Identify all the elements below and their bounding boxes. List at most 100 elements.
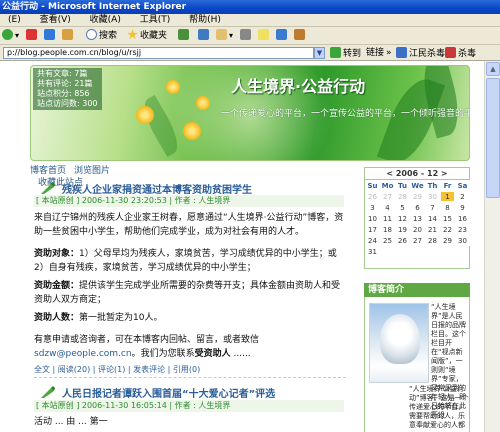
post-paragraph: 资助金额：提供该学生完成学业所需要的杂费等开支；具体金额由资助人和受资助人双方商… xyxy=(34,279,344,307)
calendar-day[interactable]: 1 xyxy=(440,191,455,202)
menu-help[interactable]: 帮助(H) xyxy=(181,14,229,27)
calendar-day-name: Su xyxy=(365,180,380,191)
home-button[interactable] xyxy=(62,29,75,43)
calendar-day[interactable]: 9 xyxy=(455,202,470,213)
antivirus-icon xyxy=(396,47,407,58)
calendar-day[interactable]: 30 xyxy=(425,191,440,202)
calendar-day[interactable]: 22 xyxy=(440,224,455,235)
calendar-day[interactable]: 5 xyxy=(395,202,410,213)
research-button[interactable] xyxy=(294,29,307,43)
scroll-thumb[interactable] xyxy=(486,78,500,198)
flower-decoration xyxy=(136,106,154,124)
search-button[interactable]: 搜索 xyxy=(86,29,117,43)
menu-tools[interactable]: 工具(T) xyxy=(132,14,179,27)
history-button[interactable] xyxy=(198,29,211,43)
calendar-day[interactable]: 28 xyxy=(425,235,440,246)
calendar-day-name: Th xyxy=(425,180,440,191)
calendar: < 2006 - 12 > Su Mo Tu We Th Fr Sa 26 27 28 29 30 1 2… xyxy=(364,167,470,269)
favorites-button[interactable]: 收藏夹 xyxy=(127,29,167,43)
vertical-scrollbar[interactable]: ▲ xyxy=(484,61,500,432)
refresh-button[interactable] xyxy=(44,29,57,43)
post-title[interactable]: 残疾人企业家捐资通过本博客资助贫困学生 xyxy=(62,181,252,196)
calendar-day[interactable]: 6 xyxy=(410,202,425,213)
calendar-day[interactable]: 10 xyxy=(365,213,380,224)
calendar-day[interactable]: 28 xyxy=(395,191,410,202)
calendar-day[interactable]: 23 xyxy=(455,224,470,235)
calendar-day[interactable]: 27 xyxy=(410,235,425,246)
snow-tree-shape xyxy=(380,314,420,364)
calendar-day[interactable]: 21 xyxy=(425,224,440,235)
post-title[interactable]: 人民日报记者谭跃入围首届“十大爱心记者”评选 xyxy=(62,385,275,400)
calendar-day[interactable]: 29 xyxy=(440,235,455,246)
refresh-icon xyxy=(44,29,55,40)
calendar-day[interactable]: 31 xyxy=(365,246,380,257)
edit-button[interactable] xyxy=(258,29,271,43)
stat-points: 站点积分: 856 xyxy=(37,89,90,98)
history-icon xyxy=(198,29,209,40)
pen-icon xyxy=(41,386,55,398)
mail-icon xyxy=(216,29,227,40)
calendar-day-name: We xyxy=(410,180,425,191)
jiangmin-button[interactable]: 江民杀毒 xyxy=(396,47,445,59)
calendar-day[interactable]: 14 xyxy=(425,213,440,224)
para-label: 资助对象： xyxy=(34,249,80,259)
calendar-day[interactable]: 13 xyxy=(410,213,425,224)
messenger-button[interactable] xyxy=(276,29,289,43)
post-paragraph: 资助对象：1）父母早均为残疾人，家境贫苦，学习成绩优异的中小学生；或2）自身有残… xyxy=(34,247,344,275)
scroll-up-button[interactable]: ▲ xyxy=(486,62,500,76)
antivirus-button[interactable]: 杀毒 xyxy=(445,47,476,59)
menu-favorites[interactable]: 收藏(A) xyxy=(82,14,129,27)
calendar-day[interactable]: 15 xyxy=(440,213,455,224)
post-actions[interactable]: 全文 | 阅读(20) | 评论(1) | 发表评论 | 引用(0) xyxy=(34,364,200,375)
post-paragraph: 有意申请或咨询者，可在本博客内回帖、留言，或者致信 sdzw@people.com… xyxy=(34,333,344,361)
para-text: 提供该学生完成学业所需要的杂费等开支；具体金额由资助人和受资助人双方商定； xyxy=(34,281,341,305)
menu-view[interactable]: 查看(V) xyxy=(32,14,79,27)
calendar-day[interactable]: 16 xyxy=(455,213,470,224)
calendar-day[interactable]: 27 xyxy=(380,191,395,202)
calendar-grid: Su Mo Tu We Th Fr Sa 26 27 28 29 30 1 2 3 4 5 6 7 8 9 10 11 12 1… xyxy=(365,180,470,257)
calendar-day[interactable]: 20 xyxy=(410,224,425,235)
media-icon xyxy=(178,29,189,40)
calendar-day-name: Fr xyxy=(440,180,455,191)
calendar-day[interactable]: 26 xyxy=(395,235,410,246)
email-link[interactable]: sdzw@people.com.cn xyxy=(34,349,132,359)
print-button[interactable] xyxy=(240,29,253,43)
address-dropdown[interactable]: ▼ xyxy=(314,47,325,59)
flower-decoration xyxy=(196,96,210,110)
calendar-day[interactable]: 25 xyxy=(380,235,395,246)
calendar-day[interactable]: 12 xyxy=(395,213,410,224)
calendar-day[interactable]: 7 xyxy=(425,202,440,213)
go-button[interactable]: 转到 xyxy=(330,47,361,59)
menu-edit[interactable]: (E) xyxy=(0,14,29,27)
links-button[interactable]: 链接 xyxy=(366,47,384,59)
media-button[interactable] xyxy=(178,29,191,43)
calendar-day[interactable]: 8 xyxy=(440,202,455,213)
address-input[interactable]: p://blog.people.com.cn/blog/u/rsjj xyxy=(3,47,314,59)
forward-button[interactable]: ▾ xyxy=(2,29,19,43)
calendar-header[interactable]: < 2006 - 12 > xyxy=(365,168,469,180)
post-meta: [ 本站原创 ] 2006-11-30 23:20:53 | 作者 : 人生境界 xyxy=(34,195,344,207)
calendar-day[interactable]: 17 xyxy=(365,224,380,235)
calendar-day[interactable]: 3 xyxy=(365,202,380,213)
intro-box: “人生境界”是人民日报的品牌栏目。这个栏目开在“视点新闻版”，一则则“境界”专家… xyxy=(364,297,470,432)
stop-icon xyxy=(26,29,37,40)
calendar-day[interactable]: 2 xyxy=(455,191,470,202)
calendar-day[interactable]: 29 xyxy=(410,191,425,202)
calendar-day[interactable]: 11 xyxy=(380,213,395,224)
chevron-icon[interactable]: » xyxy=(386,47,392,59)
calendar-day[interactable]: 30 xyxy=(455,235,470,246)
flower-decoration xyxy=(166,80,180,94)
para-bold: 受资助人 xyxy=(194,349,231,359)
calendar-day[interactable]: 4 xyxy=(380,202,395,213)
calendar-day[interactable]: 26 xyxy=(365,191,380,202)
post-meta: [ 本站原创 ] 2006-11-30 16:05:14 | 作者 : 人生境界 xyxy=(34,400,344,412)
calendar-day[interactable]: 24 xyxy=(365,235,380,246)
post-paragraph: 来自辽宁锦州的残疾人企业家王树春，愿意通过“人生境界·公益行动”博客，资助一些贫… xyxy=(34,213,344,237)
calendar-day[interactable]: 19 xyxy=(395,224,410,235)
blog-title: 人生境界·公益行动 xyxy=(231,77,366,96)
calendar-day[interactable]: 18 xyxy=(380,224,395,235)
mail-button[interactable]: ▾ xyxy=(216,29,233,43)
stop-button[interactable] xyxy=(26,29,39,43)
stat-comments: 共有评论: 21篇 xyxy=(37,79,93,88)
address-bar: p://blog.people.com.cn/blog/u/rsjj ▼ 转到 … xyxy=(0,45,500,61)
